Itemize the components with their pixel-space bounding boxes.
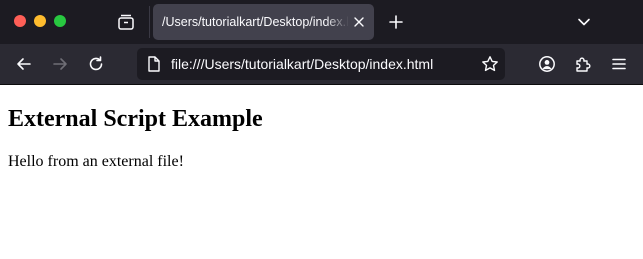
forward-arrow-icon[interactable] — [50, 54, 70, 74]
chevron-down-icon[interactable] — [574, 12, 594, 32]
back-arrow-icon[interactable] — [14, 54, 34, 74]
browser-window: /Users/tutorialkart/Desktop/index.html — [0, 0, 643, 259]
account-icon[interactable] — [537, 54, 557, 74]
page-icon[interactable] — [145, 55, 163, 73]
window-minimize-button[interactable] — [34, 15, 46, 27]
tab-title-fade — [325, 12, 349, 32]
url-text[interactable]: file:///Users/tutorialkart/Desktop/index… — [171, 56, 471, 73]
bookmark-star-icon[interactable] — [480, 54, 500, 74]
window-maximize-button[interactable] — [54, 15, 66, 27]
close-icon[interactable] — [351, 14, 367, 30]
tab-active[interactable]: /Users/tutorialkart/Desktop/index.html — [153, 4, 374, 40]
url-bar[interactable]: file:///Users/tutorialkart/Desktop/index… — [137, 48, 505, 80]
tab-strip: /Users/tutorialkart/Desktop/index.html — [0, 0, 643, 44]
navigation-toolbar: file:///Users/tutorialkart/Desktop/index… — [0, 44, 643, 85]
tab-title: /Users/tutorialkart/Desktop/index.html — [162, 15, 348, 29]
new-tab-button[interactable] — [386, 12, 406, 32]
page-paragraph: Hello from an external file! — [8, 153, 184, 170]
reload-icon[interactable] — [86, 54, 106, 74]
tab-separator — [149, 6, 150, 38]
page-content: External Script Example Hello from an ex… — [0, 85, 643, 259]
extensions-icon[interactable] — [573, 54, 593, 74]
window-close-button[interactable] — [14, 15, 26, 27]
menu-icon[interactable] — [609, 54, 629, 74]
firefox-view-icon[interactable] — [116, 12, 136, 32]
page-heading: External Script Example — [8, 106, 263, 132]
